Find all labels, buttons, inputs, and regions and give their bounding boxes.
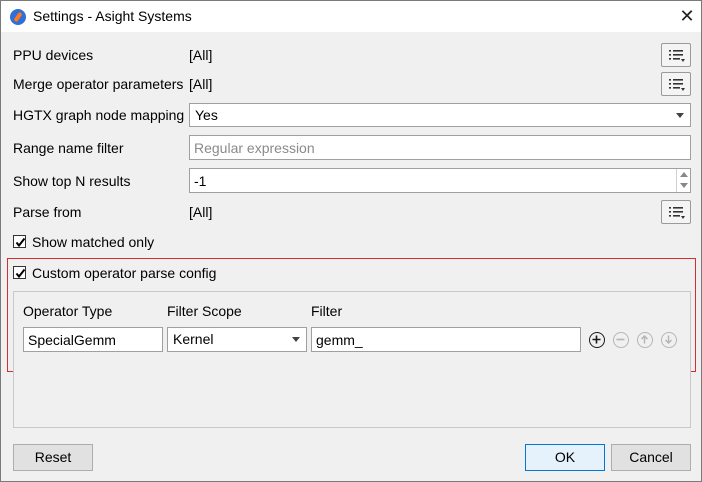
checkmark-icon bbox=[15, 268, 26, 279]
filter-scope-dropdown[interactable]: Kernel bbox=[167, 327, 307, 352]
range-filter-input[interactable]: Regular expression bbox=[189, 135, 691, 160]
merge-params-value: [All] bbox=[189, 76, 213, 92]
title-bar: Settings - Asight Systems ✕ bbox=[1, 1, 701, 32]
move-down-icon[interactable] bbox=[661, 332, 677, 348]
custom-config-group bbox=[13, 291, 691, 428]
list-menu-icon bbox=[669, 50, 685, 62]
reset-button[interactable]: Reset bbox=[13, 444, 93, 471]
top-n-value: -1 bbox=[194, 173, 207, 189]
spin-up-icon[interactable] bbox=[680, 172, 688, 177]
window-title: Settings - Asight Systems bbox=[33, 8, 192, 24]
checkmark-icon bbox=[15, 237, 26, 248]
hgtx-mapping-selected: Yes bbox=[195, 107, 218, 123]
chevron-down-icon bbox=[292, 337, 300, 342]
remove-row-icon[interactable] bbox=[613, 332, 629, 348]
filter-value: gemm_ bbox=[316, 332, 363, 348]
merge-params-select-button[interactable] bbox=[661, 72, 691, 96]
hgtx-mapping-label: HGTX graph node mapping bbox=[13, 107, 185, 123]
parse-from-select-button[interactable] bbox=[661, 200, 691, 224]
operator-type-header: Operator Type bbox=[23, 303, 113, 319]
list-menu-icon bbox=[669, 207, 685, 219]
range-filter-placeholder: Regular expression bbox=[194, 140, 315, 156]
filter-scope-selected: Kernel bbox=[173, 331, 214, 347]
operator-type-value: SpecialGemm bbox=[28, 332, 116, 348]
top-n-spinbox[interactable]: -1 bbox=[189, 168, 691, 193]
merge-params-label: Merge operator parameters bbox=[13, 76, 184, 92]
ok-button[interactable]: OK bbox=[525, 444, 605, 471]
range-filter-label: Range name filter bbox=[13, 140, 124, 156]
app-logo-icon bbox=[10, 9, 26, 25]
filter-input[interactable]: gemm_ bbox=[311, 327, 581, 352]
add-row-icon[interactable] bbox=[589, 332, 605, 348]
top-n-label: Show top N results bbox=[13, 173, 131, 189]
close-icon[interactable]: ✕ bbox=[677, 5, 697, 27]
parse-from-label: Parse from bbox=[13, 204, 82, 220]
filter-header: Filter bbox=[311, 303, 343, 319]
ppu-devices-select-button[interactable] bbox=[661, 43, 691, 67]
custom-parse-label[interactable]: Custom operator parse config bbox=[32, 265, 216, 281]
move-up-icon[interactable] bbox=[637, 332, 653, 348]
hgtx-mapping-dropdown[interactable]: Yes bbox=[189, 103, 691, 127]
show-matched-checkbox[interactable] bbox=[13, 235, 26, 248]
chevron-down-icon bbox=[676, 113, 684, 118]
show-matched-label[interactable]: Show matched only bbox=[32, 234, 154, 250]
list-menu-icon bbox=[669, 79, 685, 91]
spin-buttons[interactable] bbox=[676, 169, 690, 192]
spin-down-icon[interactable] bbox=[680, 183, 688, 188]
cancel-button[interactable]: Cancel bbox=[611, 444, 691, 471]
filter-scope-header: Filter Scope bbox=[167, 303, 242, 319]
settings-dialog: Settings - Asight Systems ✕ PPU devices … bbox=[0, 0, 702, 482]
operator-type-input[interactable]: SpecialGemm bbox=[23, 327, 163, 352]
custom-parse-checkbox[interactable] bbox=[13, 266, 26, 279]
ppu-devices-value: [All] bbox=[189, 47, 213, 63]
parse-from-value: [All] bbox=[189, 204, 213, 220]
ppu-devices-label: PPU devices bbox=[13, 47, 94, 63]
